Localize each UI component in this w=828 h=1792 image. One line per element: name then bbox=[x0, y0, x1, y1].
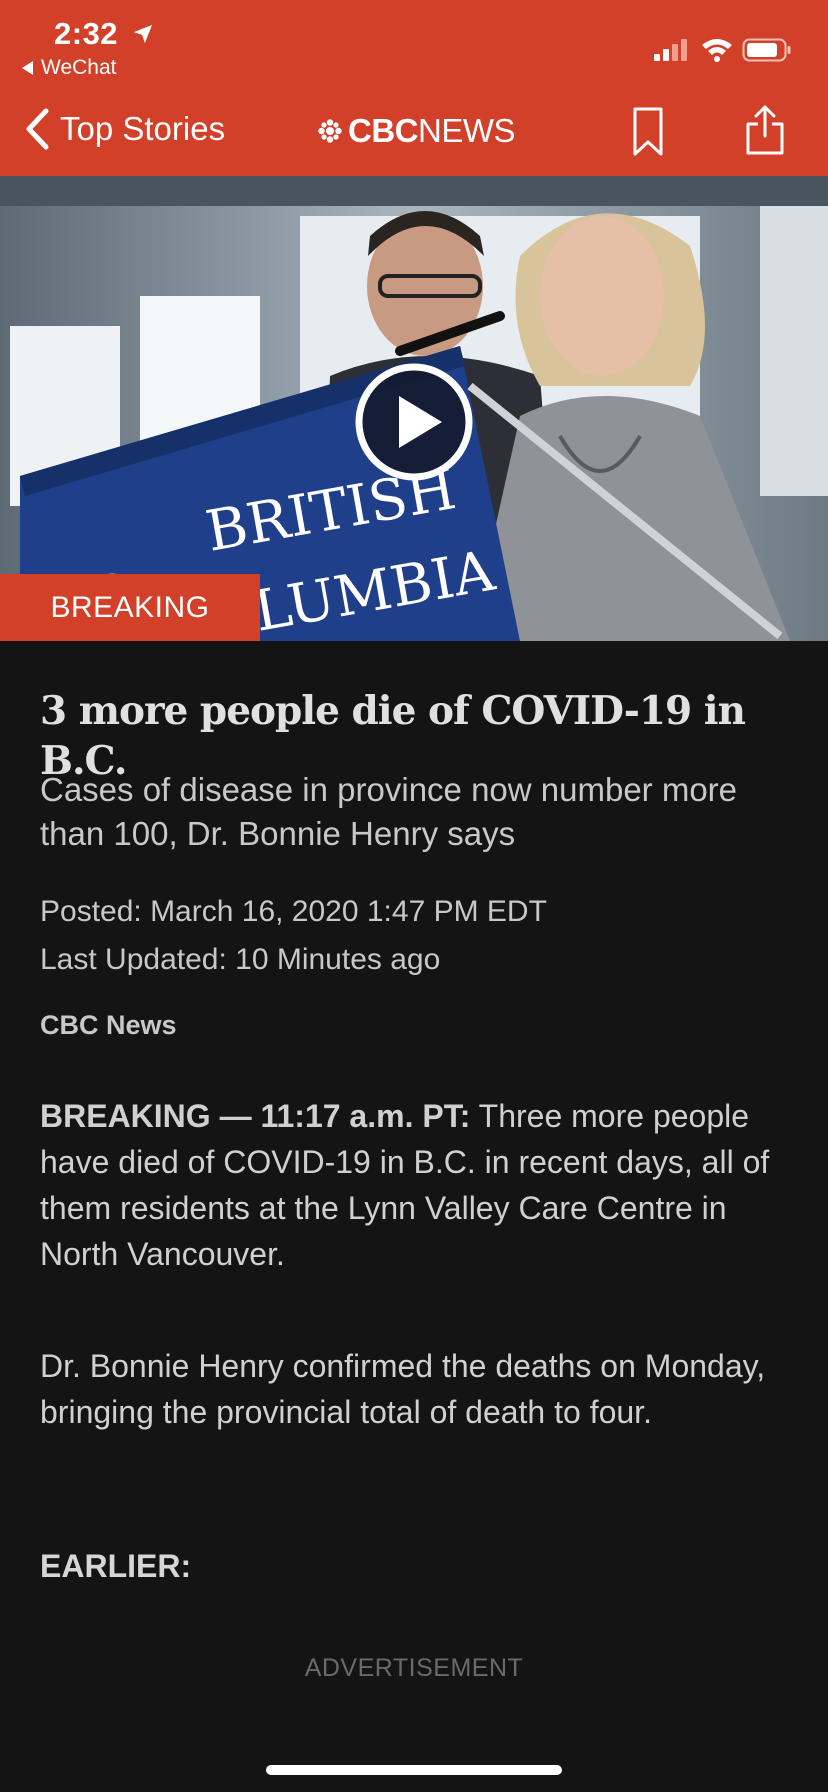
chevron-left-icon bbox=[26, 108, 49, 150]
advertisement-label: ADVERTISEMENT bbox=[304, 1654, 524, 1682]
earlier-heading: EARLIER: bbox=[40, 1548, 192, 1584]
cbc-gem-icon bbox=[318, 119, 342, 143]
location-arrow-icon bbox=[133, 24, 153, 44]
play-icon[interactable] bbox=[354, 362, 474, 482]
share-icon[interactable] bbox=[744, 104, 786, 156]
last-updated: Last Updated: 10 Minutes ago bbox=[40, 943, 441, 976]
bookmark-icon[interactable] bbox=[632, 106, 664, 158]
breaking-tag: BREAKING bbox=[0, 574, 260, 641]
back-label: Top Stories bbox=[60, 110, 226, 147]
paragraph-1-lead: BREAKING — 11:17 a.m. PT: bbox=[40, 1098, 471, 1134]
back-triangle-icon bbox=[22, 61, 33, 75]
brand-cbc: CBC bbox=[348, 112, 419, 149]
brand-news: NEWS bbox=[418, 112, 516, 149]
signal-icon bbox=[654, 39, 687, 61]
posted-date: Posted: March 16, 2020 1:47 PM EDT bbox=[40, 895, 547, 928]
article-meta: Posted: March 16, 2020 1:47 PM EDT Last … bbox=[40, 888, 547, 984]
wifi-icon bbox=[702, 39, 732, 62]
article-dek: Cases of disease in province now number … bbox=[40, 771, 738, 852]
cbc-news-logo: CBCNEWS bbox=[318, 112, 516, 150]
back-button[interactable]: Top Stories bbox=[24, 108, 225, 150]
back-to-app[interactable]: WeChat bbox=[22, 56, 116, 80]
battery-icon bbox=[742, 38, 791, 62]
back-app-label: WeChat bbox=[41, 56, 117, 79]
hero-video[interactable]: BRITISH LUMBIA bbox=[0, 176, 828, 641]
top-bar: 2:32 WeChat Top Stories CBCNEWS bbox=[0, 0, 828, 176]
status-time: 2:32 bbox=[54, 16, 119, 51]
paragraph-2: Dr. Bonnie Henry confirmed the deaths on… bbox=[40, 1348, 766, 1430]
home-indicator[interactable] bbox=[266, 1765, 562, 1775]
paragraph-1: BREAKING — 11:17 a.m. PT: Three more peo… bbox=[40, 1093, 790, 1277]
article-source: CBC News bbox=[40, 1010, 177, 1040]
